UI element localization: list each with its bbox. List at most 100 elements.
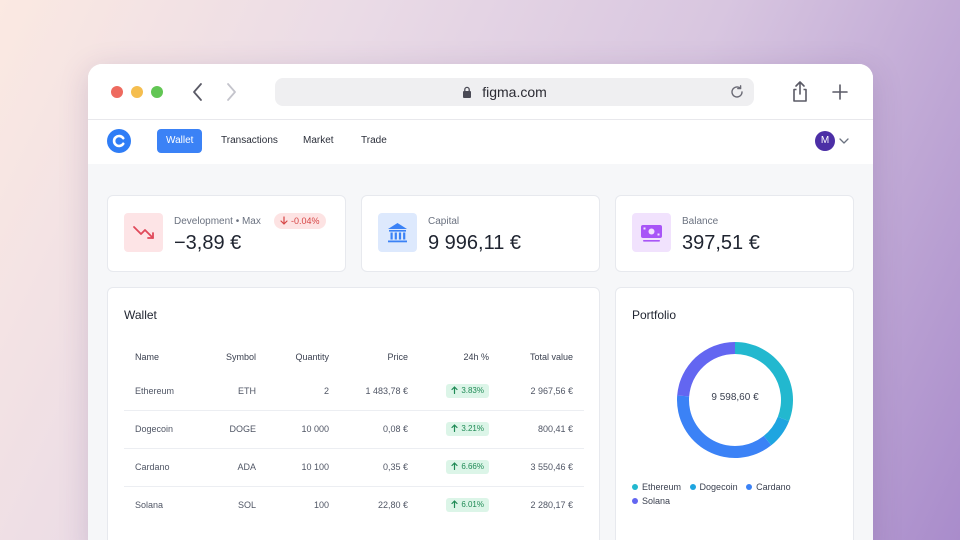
- asset-price: 1 483,78 €: [329, 372, 408, 411]
- table-row[interactable]: Solana SOL 100 22,80 € 6.01% 2 280,17 €: [124, 486, 584, 524]
- column-header-price[interactable]: Price: [329, 342, 408, 372]
- stat-card-development: Development • Max −3,89 € -0.04%: [107, 195, 346, 272]
- dashboard-content: Development • Max −3,89 € -0.04% Capital…: [88, 164, 873, 540]
- stat-label: Balance: [682, 216, 719, 227]
- asset-name: Solana: [135, 500, 164, 511]
- asset-total: 2 280,17 €: [530, 500, 573, 511]
- chevron-down-icon[interactable]: [839, 137, 849, 145]
- browser-toolbar: figma.com: [88, 64, 873, 120]
- asset-quantity: 100: [313, 500, 329, 511]
- cash-icon: [632, 213, 671, 252]
- asset-symbol: SOL: [237, 500, 256, 511]
- asset-symbol: DOGE: [200, 410, 256, 449]
- portfolio-card: Portfolio 9 598,60 € Ethereum Dogecoin C…: [615, 287, 854, 540]
- asset-quantity: 10 100: [256, 448, 329, 487]
- stat-card-capital: Capital 9 996,11 €: [361, 195, 600, 272]
- tab-market[interactable]: Market: [294, 129, 343, 153]
- avatar[interactable]: M: [815, 131, 835, 151]
- legend-label: Dogecoin: [699, 482, 738, 492]
- asset-name: Dogecoin: [124, 410, 200, 449]
- change-badge: 3.21%: [446, 422, 489, 436]
- table-header-row: Name Symbol Quantity Price 24h % Total v…: [124, 342, 584, 372]
- donut-slice-ethereum[interactable]: [735, 342, 793, 422]
- change-value: 3.83%: [461, 385, 484, 395]
- stat-label: Development • Max: [174, 216, 261, 227]
- arrow-up-icon: [451, 462, 458, 471]
- asset-name: Cardano: [124, 448, 200, 487]
- portfolio-title: Portfolio: [632, 308, 677, 322]
- address-bar[interactable]: figma.com: [275, 78, 754, 106]
- url-text: figma.com: [482, 84, 547, 100]
- table-row[interactable]: Cardano ADA 10 100 0,35 € 6.66% 3 550,46…: [124, 448, 584, 487]
- tab-transactions[interactable]: Transactions: [212, 129, 287, 153]
- app-navbar: Wallet Transactions Market Trade M: [88, 120, 873, 164]
- asset-change: 3.21%: [408, 410, 489, 449]
- column-header-name[interactable]: Name: [124, 342, 200, 372]
- asset-total: 3 550,46 €: [489, 448, 584, 487]
- column-header-total[interactable]: Total value: [489, 342, 584, 372]
- wallet-card: Wallet Name Symbol Quantity Price 24h % …: [107, 287, 600, 540]
- tab-wallet[interactable]: Wallet: [157, 129, 203, 153]
- asset-quantity: 10 000: [256, 410, 329, 449]
- donut-slice-cardano[interactable]: [677, 395, 772, 458]
- legend-swatch: [632, 484, 638, 490]
- change-badge: 6.01%: [446, 498, 489, 513]
- change-value: 6.01%: [461, 500, 484, 510]
- asset-price: 22,80 €: [377, 500, 408, 511]
- change-badge: 3.83%: [446, 383, 489, 398]
- wallet-title: Wallet: [124, 308, 157, 322]
- legend-item-solana: Solana: [632, 494, 670, 508]
- legend-swatch: [689, 484, 696, 490]
- legend-item-ethereum: Ethereum: [632, 480, 681, 494]
- asset-change: 3.83%: [408, 372, 489, 411]
- asset-quantity: 2: [256, 372, 329, 411]
- table-row[interactable]: Ethereum ETH 2 1 483,78 € 3.83% 2 967,56…: [124, 372, 584, 411]
- asset-total: 2 967,56 €: [489, 372, 584, 411]
- stat-value: 9 996,11 €: [428, 232, 522, 254]
- donut-slice-solana[interactable]: [677, 342, 735, 397]
- arrow-down-icon: [280, 216, 288, 225]
- legend-label: Solana: [642, 496, 671, 506]
- asset-symbol: ETH: [200, 372, 256, 411]
- table-row[interactable]: Dogecoin DOGE 10 000 0,08 € 3.21% 800,41…: [124, 410, 584, 449]
- legend-label: Ethereum: [642, 482, 682, 492]
- new-tab-icon[interactable]: [830, 82, 850, 102]
- delta-value: -0.04%: [291, 216, 320, 226]
- browser-window: figma.com Wallet Transactions Market Tra…: [88, 64, 873, 540]
- minimize-window-button[interactable]: [131, 86, 143, 98]
- asset-name: Ethereum: [124, 372, 200, 411]
- asset-total: 800,41 €: [489, 410, 584, 449]
- column-header-24h[interactable]: 24h %: [408, 342, 489, 372]
- legend-item-cardano: Cardano: [746, 480, 791, 494]
- stat-label: Capital: [428, 216, 460, 227]
- back-arrow-icon[interactable]: [188, 81, 208, 103]
- asset-change: 6.66%: [408, 448, 489, 487]
- legend-item-dogecoin: Dogecoin: [689, 480, 738, 494]
- asset-price: 0,08 €: [329, 410, 408, 449]
- legend-swatch: [632, 498, 638, 504]
- bank-icon: [378, 213, 417, 252]
- trending-down-icon: [124, 213, 163, 252]
- stat-card-balance: Balance 397,51 €: [615, 195, 854, 272]
- reload-icon[interactable]: [728, 83, 746, 101]
- stat-value: 397,51 €: [682, 232, 760, 254]
- column-header-quantity[interactable]: Quantity: [256, 342, 329, 372]
- change-badge: 6.66%: [446, 460, 489, 474]
- close-window-button[interactable]: [111, 86, 123, 98]
- maximize-window-button[interactable]: [151, 86, 163, 98]
- chart-legend: Ethereum Dogecoin Cardano Solana: [632, 480, 832, 508]
- change-value: 3.21%: [461, 424, 484, 433]
- forward-arrow-icon[interactable]: [221, 81, 241, 103]
- legend-swatch: [746, 484, 753, 490]
- column-header-symbol[interactable]: Symbol: [200, 342, 256, 372]
- change-value: 6.66%: [461, 462, 484, 471]
- delta-badge: -0.04%: [274, 213, 326, 229]
- asset-symbol: ADA: [200, 448, 256, 487]
- wallet-table: Name Symbol Quantity Price 24h % Total v…: [124, 342, 584, 524]
- tab-trade[interactable]: Trade: [352, 129, 396, 153]
- coinbase-logo-icon[interactable]: [107, 129, 131, 153]
- share-icon[interactable]: [790, 80, 810, 104]
- arrow-up-icon: [451, 500, 458, 509]
- stat-value: −3,89 €: [174, 232, 242, 254]
- portfolio-total: 9 598,60 €: [711, 392, 759, 403]
